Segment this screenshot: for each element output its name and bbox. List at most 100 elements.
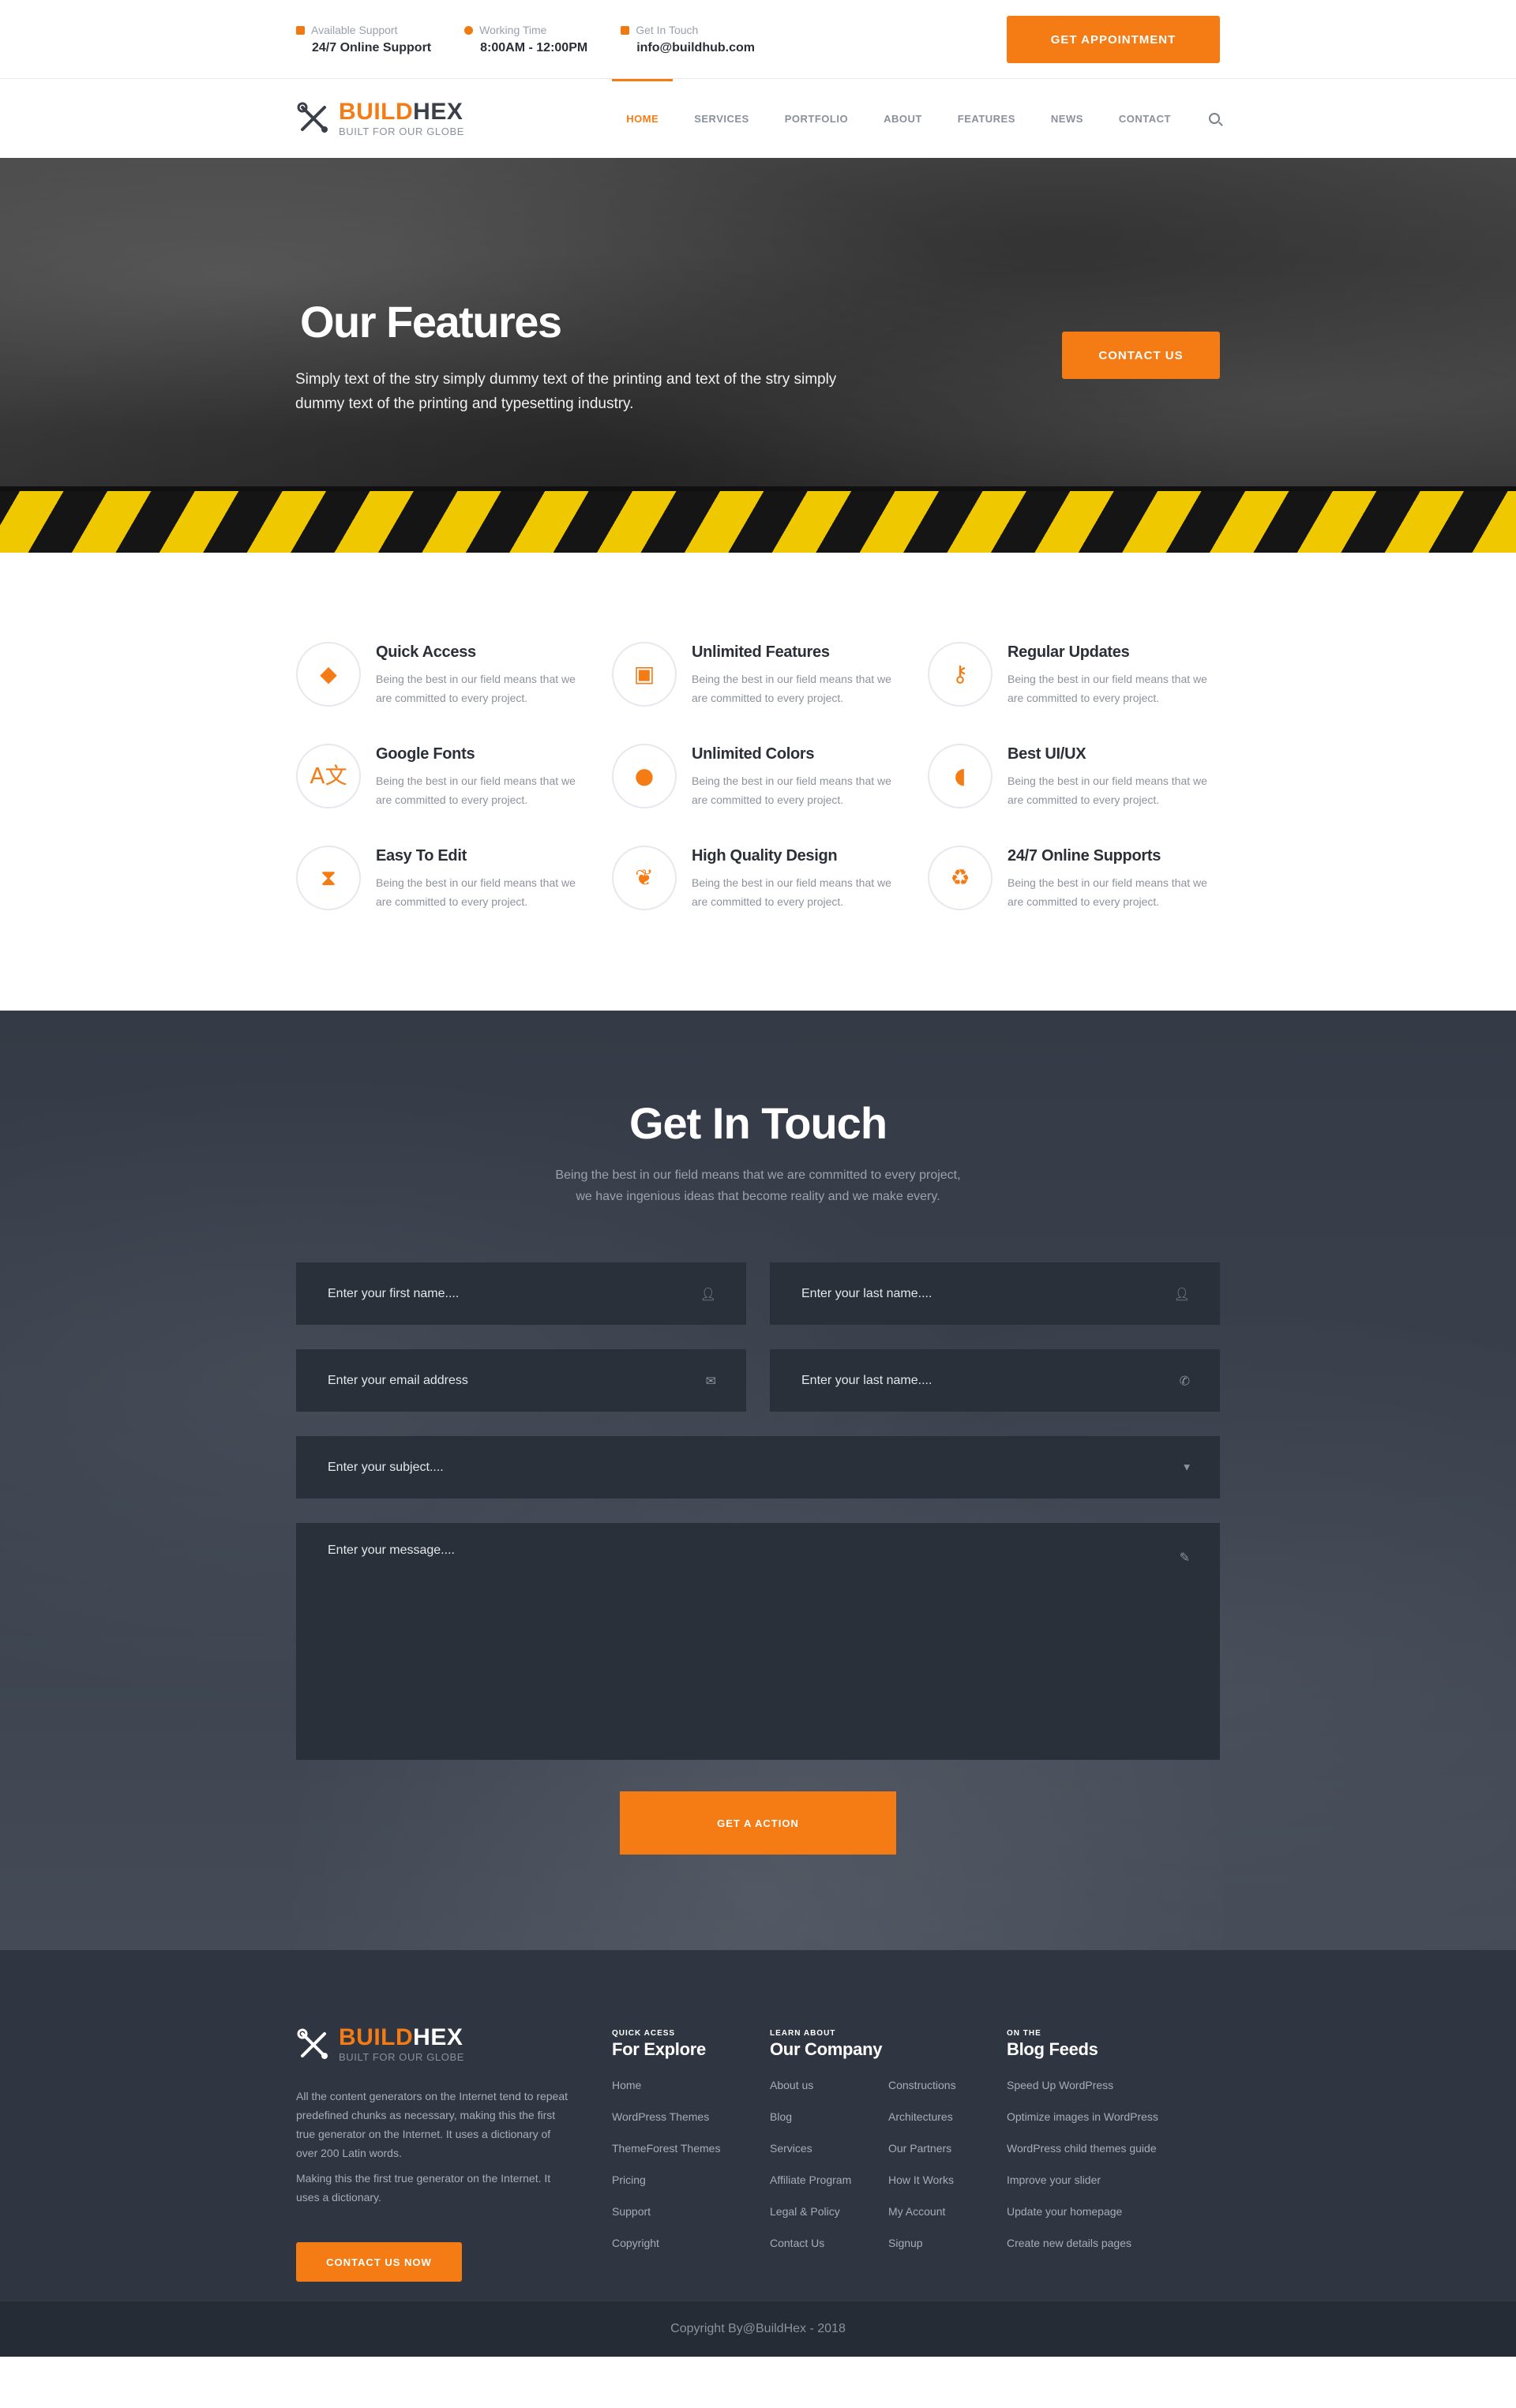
phone-icon: ✆: [1179, 1373, 1190, 1388]
tools-logo-icon: [297, 2028, 328, 2059]
footer-link[interactable]: Improve your slider: [1007, 2172, 1220, 2204]
column-eyebrow: ON THE: [1007, 2029, 1041, 2038]
nav-item-portfolio[interactable]: PORTFOLIO: [785, 79, 848, 158]
column-eyebrow: QUICK ACESS: [612, 2029, 676, 2038]
feature-item: ◖ Best UI/UX Being the best in our field m…: [928, 744, 1244, 809]
subject-select[interactable]: Enter your subject.... ▼: [296, 1436, 1220, 1498]
nav-item-news[interactable]: NEWS: [1051, 79, 1083, 158]
footer-link[interactable]: ThemeForest Themes: [612, 2140, 770, 2172]
feature-item: ⚷ Regular Updates Being the best in our fi…: [928, 642, 1244, 707]
footer-link[interactable]: Speed Up WordPress: [1007, 2077, 1220, 2109]
footer-link[interactable]: How It Works: [888, 2172, 1007, 2204]
feature-title: Quick Access: [376, 643, 476, 661]
email-field[interactable]: Enter your email address ✉: [296, 1349, 746, 1412]
message-textarea[interactable]: Enter your message.... ✎: [296, 1523, 1220, 1760]
tools-logo-icon: [297, 102, 328, 133]
nav-item-home[interactable]: HOME: [612, 79, 674, 158]
feature-description: Being the best in our field means that w…: [376, 775, 576, 806]
feature-description: Being the best in our field means that w…: [1008, 876, 1207, 908]
contact-us-now-button[interactable]: CONTACT US NOW: [296, 2242, 462, 2282]
footer-link[interactable]: WordPress child themes guide: [1007, 2140, 1220, 2172]
checkbox-icon: [296, 25, 305, 35]
footer-link[interactable]: Pricing: [612, 2172, 770, 2204]
column-heading: Our Company: [770, 2039, 883, 2059]
page-title: Our Features: [300, 297, 562, 347]
footer: BUILDHEX BUILT FOR OUR GLOBE All the con…: [0, 1950, 1516, 2357]
footer-description: All the content generators on the Intern…: [296, 2090, 568, 2159]
feature-item: ⧗ Easy To Edit Being the best in our field…: [296, 846, 612, 911]
clock-icon: [464, 25, 474, 35]
last-name-placeholder: Enter your last name....: [801, 1286, 932, 1300]
footer-link[interactable]: Update your homepage: [1007, 2204, 1220, 2235]
footer-link[interactable]: Legal & Policy: [770, 2204, 888, 2235]
feature-title: Best UI/UX: [1008, 745, 1086, 763]
feature-description: Being the best in our field means that w…: [692, 673, 891, 704]
footer-link[interactable]: Support: [612, 2204, 770, 2235]
lightbulb-icon: ●: [634, 763, 655, 789]
footer-link[interactable]: Create new details pages: [1007, 2235, 1220, 2267]
features-section: ◆ Quick Access Being the best in our field…: [0, 553, 1516, 1011]
search-icon[interactable]: [1209, 113, 1220, 124]
brand-name-part1: BUILD: [339, 2024, 414, 2050]
footer-link[interactable]: Home: [612, 2077, 770, 2109]
footer-company-column: LEARN ABOUT Our Company About us Blog Se…: [770, 2029, 1007, 2282]
column-heading: Blog Feeds: [1007, 2039, 1098, 2059]
user-icon: 👤︎: [1173, 1286, 1190, 1301]
contact-us-button[interactable]: CONTACT US: [1062, 332, 1220, 379]
feature-item: ◆ Quick Access Being the best in our field…: [296, 642, 612, 707]
nav-item-features[interactable]: FEATURES: [958, 79, 1015, 158]
caret-down-icon: ▼: [1184, 1463, 1190, 1472]
footer-link[interactable]: Affiliate Program: [770, 2172, 888, 2204]
footer-link[interactable]: My Account: [888, 2204, 1007, 2235]
footer-link[interactable]: About us: [770, 2077, 888, 2109]
feature-icon-circle: ♻: [928, 846, 993, 910]
subject-placeholder: Enter your subject....: [328, 1460, 444, 1474]
nav-item-about[interactable]: ABOUT: [884, 79, 922, 158]
contact-section: Get In Touch Being the best in our field…: [0, 1011, 1516, 1950]
hourglass-icon: ⧗: [321, 865, 336, 891]
feature-icon-circle: ▣: [612, 642, 677, 707]
feature-icon-circle: ❦: [612, 846, 677, 910]
contact-lead-line1: Being the best in our field means that w…: [555, 1168, 961, 1182]
footer-link[interactable]: Architectures: [888, 2109, 1007, 2140]
feature-icon-circle: ●: [612, 744, 677, 808]
gift-icon: ▣: [633, 661, 655, 687]
footer-link[interactable]: Optimize images in WordPress: [1007, 2109, 1220, 2140]
feature-icon-circle: A文: [296, 744, 361, 808]
email-link[interactable]: info@buildhub.com: [621, 41, 755, 55]
footer-link[interactable]: Signup: [888, 2235, 1007, 2267]
nav-item-contact[interactable]: CONTACT: [1119, 79, 1171, 158]
footer-logo[interactable]: BUILDHEX BUILT FOR OUR GLOBE: [296, 2026, 612, 2063]
footer-link[interactable]: Copyright: [612, 2235, 770, 2267]
footer-link[interactable]: WordPress Themes: [612, 2109, 770, 2140]
copyright: Copyright By@BuildHex - 2018: [0, 2301, 1516, 2357]
get-action-button[interactable]: GET A ACTION: [620, 1791, 896, 1855]
feature-title: Easy To Edit: [376, 847, 467, 865]
feature-title: High Quality Design: [692, 847, 838, 865]
footer-link[interactable]: Contact Us: [770, 2235, 888, 2267]
envelope-icon: [621, 25, 630, 35]
footer-link[interactable]: Constructions: [888, 2077, 1007, 2109]
last-name-field[interactable]: Enter your last name.... 👤︎: [770, 1262, 1220, 1325]
feature-item: ▣ Unlimited Features Being the best in our…: [612, 642, 928, 707]
hero-banner: Our Features Simply text of the stry sim…: [0, 158, 1516, 553]
get-appointment-button[interactable]: GET APPOINTMENT: [1007, 16, 1220, 63]
logo[interactable]: BUILDHEX BUILT FOR OUR GLOBE: [296, 99, 464, 137]
footer-about: BUILDHEX BUILT FOR OUR GLOBE All the con…: [296, 2026, 612, 2282]
feature-icon-circle: ◖: [928, 744, 993, 808]
first-name-placeholder: Enter your first name....: [328, 1286, 460, 1300]
feature-description: Being the best in our field means that w…: [1008, 775, 1207, 806]
footer-link[interactable]: Services: [770, 2140, 888, 2172]
feature-icon-circle: ⧗: [296, 846, 361, 910]
nav-item-services[interactable]: SERVICES: [694, 79, 749, 158]
phone-field[interactable]: Enter your last name.... ✆: [770, 1349, 1220, 1412]
pencil-icon: ✎: [1179, 1550, 1190, 1565]
feature-title: Unlimited Colors: [692, 745, 815, 763]
footer-explore-column: QUICK ACESS For Explore Home WordPress T…: [612, 2029, 770, 2282]
feature-icon-circle: ◆: [296, 642, 361, 707]
hero-subtitle: Simply text of the stry simply dummy tex…: [295, 371, 837, 412]
diamond-icon: ◆: [320, 661, 337, 687]
first-name-field[interactable]: Enter your first name.... 👤︎: [296, 1262, 746, 1325]
footer-link[interactable]: Our Partners: [888, 2140, 1007, 2172]
footer-link[interactable]: Blog: [770, 2109, 888, 2140]
